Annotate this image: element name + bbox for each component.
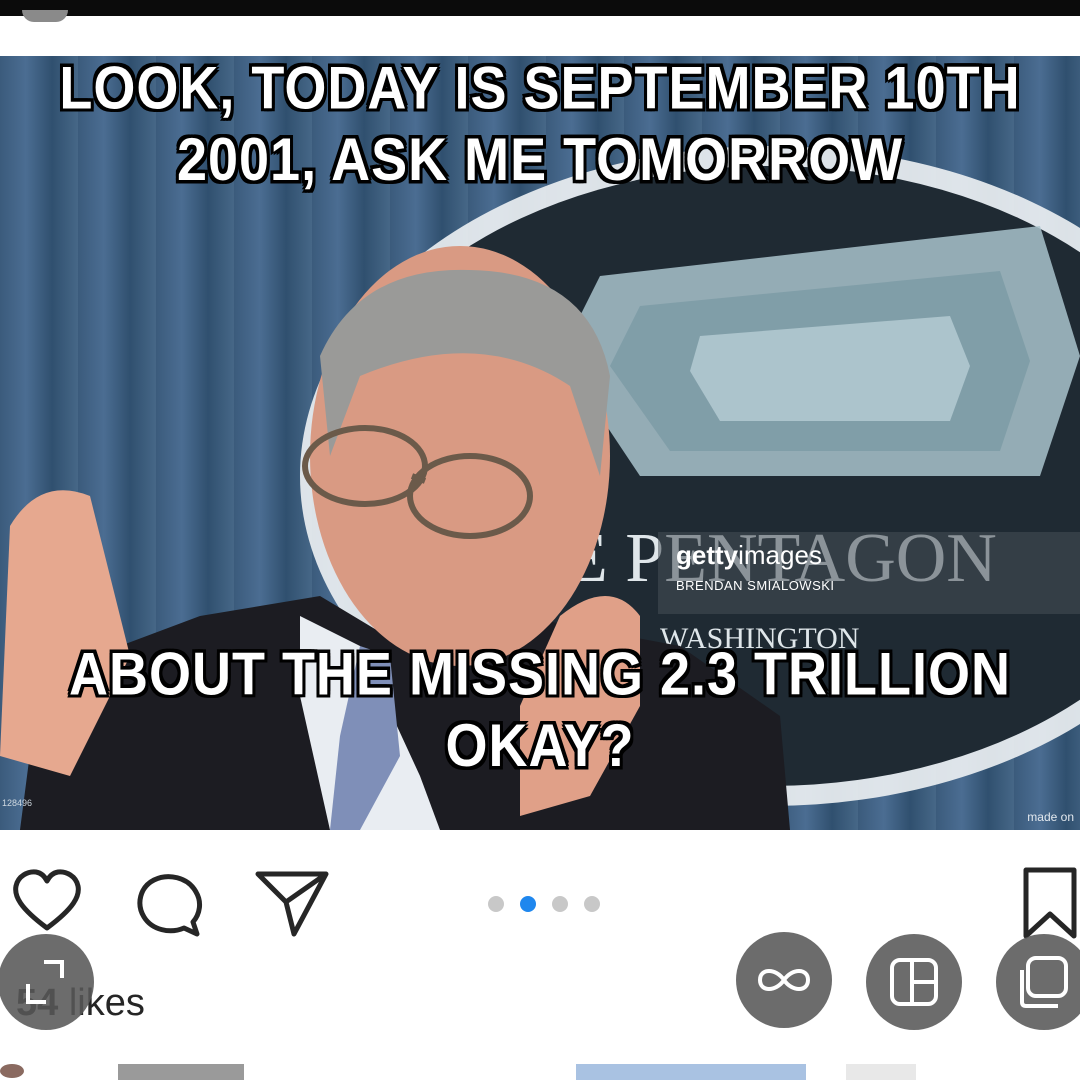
carousel-dot[interactable]: [552, 896, 568, 912]
speech-bubble-icon[interactable]: [134, 870, 204, 945]
resize-button[interactable]: [0, 934, 94, 1030]
carousel-dot-active[interactable]: [520, 896, 536, 912]
layout-grid-icon: [890, 958, 938, 1006]
thumbnail: [118, 1064, 244, 1080]
thumbnail: [576, 1064, 806, 1080]
multi-select-button[interactable]: [996, 934, 1080, 1030]
watermark-credit: BRENDAN SMIALOWSKI: [676, 578, 835, 593]
resize-corner-icon: [26, 960, 64, 1004]
watermark-brand-rest: images: [738, 540, 822, 570]
thumbnail: [846, 1064, 916, 1080]
post-image[interactable]: E PENTAGON WASHINGTON LOOK, TODAY IS SEP…: [0, 56, 1080, 830]
meme-bottom-line-1: ABOUT THE MISSING 2.3 TRILLION: [68, 640, 1012, 708]
carousel-dot[interactable]: [584, 896, 600, 912]
meme-bottom-text: ABOUT THE MISSING 2.3 TRILLION OKAY?: [0, 638, 1080, 781]
heart-outline-icon[interactable]: [10, 868, 84, 939]
top-status-bar: [0, 0, 1080, 22]
avatar: [0, 1064, 24, 1078]
getty-watermark: gettyimages BRENDAN SMIALOWSKI: [658, 532, 1080, 614]
layout-button[interactable]: [866, 934, 962, 1030]
image-id: 128496: [2, 798, 33, 808]
next-post-preview[interactable]: [0, 1058, 1080, 1080]
infinity-icon: [757, 969, 811, 991]
made-on-label: made on: [1027, 810, 1074, 824]
boomerang-button[interactable]: [736, 932, 832, 1028]
multiple-select-icon: [1020, 956, 1068, 1008]
paper-plane-icon[interactable]: [254, 868, 330, 943]
avatar[interactable]: [22, 10, 68, 22]
watermark-brand: gettyimages: [676, 540, 822, 571]
meme-bottom-line-2: OKAY?: [445, 712, 635, 780]
meme-top-text: LOOK, TODAY IS SEPTEMBER 10TH 2001, ASK …: [59, 56, 1021, 194]
watermark-brand-bold: getty: [676, 540, 739, 570]
carousel-dot[interactable]: [488, 896, 504, 912]
